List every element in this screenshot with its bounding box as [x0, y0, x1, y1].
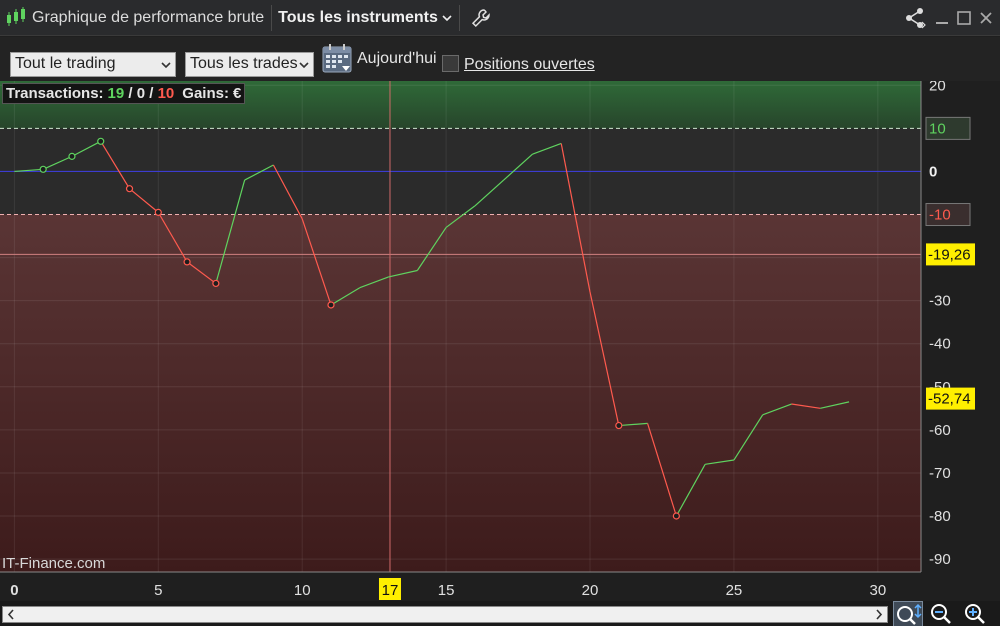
y-tick-label: -70: [929, 465, 951, 482]
period-select[interactable]: Tout le trading: [10, 52, 176, 77]
performance-chart[interactable]: 20-20-30-40-50-60-70-80-90100-10-19,26-5…: [0, 81, 1000, 601]
x-axis-background: [0, 573, 1000, 601]
period-select-value: Tout le trading: [15, 55, 116, 72]
zoom-in-button[interactable]: [961, 601, 991, 626]
scroll-left-icon[interactable]: [3, 607, 19, 622]
count-separator: /: [128, 85, 133, 102]
minimize-icon[interactable]: [934, 10, 950, 26]
x-tick-label: 0: [10, 582, 18, 599]
losing-count: 10: [157, 85, 175, 102]
average-value-label: -19,26: [928, 246, 971, 263]
wrench-icon[interactable]: [470, 7, 492, 29]
filter-toolbar: Tout le trading Tous les trades Aujourd'…: [0, 37, 1000, 81]
scroll-right-icon[interactable]: [871, 607, 887, 622]
transactions-label: Transactions:: [6, 85, 104, 102]
close-icon[interactable]: [978, 10, 994, 26]
open-positions-checkbox[interactable]: [442, 55, 459, 72]
gains-label: Gains:: [182, 85, 229, 102]
chevron-down-icon: [299, 62, 309, 69]
lower-band-label: -10: [929, 207, 951, 224]
chevron-down-icon: [161, 62, 171, 69]
trade-marker: [183, 258, 191, 266]
share-icon[interactable]: [902, 5, 928, 31]
x-tick-label: 15: [438, 582, 455, 599]
x-tick-label: 30: [869, 582, 886, 599]
y-tick-label: 20: [929, 81, 946, 94]
today-button[interactable]: Aujourd'hui: [357, 50, 437, 68]
trade-marker: [97, 137, 105, 145]
winning-count: 19: [107, 85, 125, 102]
title-bar: Graphique de performance brute Tous les …: [0, 0, 1000, 36]
title-separator: [271, 4, 273, 31]
open-positions-label[interactable]: Positions ouvertes: [464, 56, 595, 74]
trade-marker: [672, 512, 680, 520]
upper-band-label: 10: [929, 120, 946, 137]
magnifier-vertical-icon: [897, 603, 922, 625]
horizontal-scrollbar[interactable]: [2, 606, 888, 623]
zoom-out-button[interactable]: [927, 601, 957, 626]
x-tick-label: 5: [154, 582, 162, 599]
trade-marker: [68, 152, 76, 160]
trades-select-value: Tous les trades: [190, 55, 298, 72]
last-value-label: -52,74: [928, 391, 971, 408]
watermark: IT-Finance.com: [2, 555, 106, 572]
chevron-down-icon: [442, 14, 452, 21]
trade-marker: [327, 301, 335, 309]
x-tick-label: 10: [294, 582, 311, 599]
loss-zone: [0, 214, 921, 572]
candlestick-icon: [4, 0, 30, 36]
window-title: Graphique de performance brute: [32, 8, 265, 26]
x-tick-label: 20: [582, 582, 599, 599]
chart-svg[interactable]: 20-20-30-40-50-60-70-80-90100-10-19,26-5…: [0, 81, 1000, 601]
cursor-x-label: 17: [382, 582, 399, 599]
trades-select[interactable]: Tous les trades: [185, 52, 314, 77]
zoom-out-icon: [931, 604, 951, 624]
trade-marker: [615, 421, 623, 430]
trade-marker: [39, 165, 47, 173]
instrument-label: Tous les instruments: [278, 8, 438, 26]
instrument-dropdown[interactable]: Tous les instruments: [278, 9, 452, 27]
gains-unit: €: [232, 85, 242, 102]
maximize-icon[interactable]: [956, 10, 972, 26]
count-separator: /: [149, 85, 154, 102]
zoom-vertical-button[interactable]: [893, 601, 923, 626]
y-tick-label: -90: [929, 551, 951, 568]
y-tick-label: -60: [929, 422, 951, 439]
y-tick-label: -40: [929, 336, 951, 353]
y-tick-label: -30: [929, 293, 951, 310]
trade-marker: [212, 279, 220, 288]
zero-label: 0: [929, 163, 937, 180]
neutral-count: 0: [136, 85, 146, 102]
transactions-summary: Transactions: 19 / 0 / 10 Gains: €: [2, 83, 246, 104]
trade-marker: [154, 208, 162, 216]
y-tick-label: -80: [929, 508, 951, 525]
calendar-icon[interactable]: [322, 43, 352, 73]
trade-marker: [125, 185, 134, 193]
title-separator-2: [458, 4, 460, 31]
x-tick-label: 25: [726, 582, 743, 599]
zoom-in-icon: [965, 604, 985, 624]
bottom-bar: [0, 601, 1000, 626]
